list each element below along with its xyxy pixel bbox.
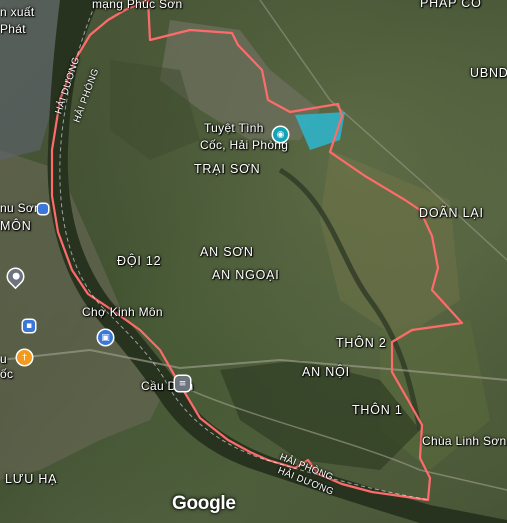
google-logo: Google bbox=[172, 493, 236, 514]
label-phat: Phát bbox=[0, 22, 26, 36]
label-thon-2: THÔN 2 bbox=[336, 336, 387, 350]
bus-stop-icon[interactable]: ▪ bbox=[23, 320, 35, 332]
label-luu-ha: LƯU HẠ bbox=[5, 472, 58, 486]
label-mu-son: nu Sơn bbox=[0, 201, 42, 215]
label-ubnd: UBND bbox=[470, 66, 507, 80]
label-phap-co: PHÁP CỔ bbox=[420, 0, 482, 10]
shopping-bag-icon[interactable]: ▣ bbox=[98, 330, 113, 345]
label-doi-12: ĐỘI 12 bbox=[117, 254, 162, 268]
label-doan-lai: DOÃN LẠI bbox=[419, 206, 484, 220]
camera-icon[interactable]: ◉ bbox=[273, 127, 288, 142]
label-an-son: AN SƠN bbox=[200, 245, 254, 259]
label-phuc-son: mạng Phúc Sơn bbox=[92, 0, 183, 11]
label-mon: MÔN bbox=[0, 219, 32, 233]
label-an-ngoai: AN NGOẠI bbox=[212, 268, 280, 282]
label-cho-kinh-mon: Chợ Kinh Môn bbox=[82, 305, 163, 319]
label-chua-linh-son: Chùa Linh Sơn bbox=[422, 434, 507, 448]
label-tuyet-tinh-coc-1: Tuyệt Tình bbox=[204, 121, 264, 135]
restaurant-icon[interactable]: † bbox=[17, 350, 32, 365]
label-oc: ốc bbox=[0, 367, 14, 381]
label-thon-1: THÔN 1 bbox=[352, 403, 403, 417]
label-xuat: n xuất bbox=[0, 5, 35, 19]
building-icon[interactable] bbox=[38, 204, 48, 214]
label-an-noi: AN NỘI bbox=[302, 365, 350, 379]
label-u: u bbox=[0, 352, 7, 366]
satellite-map[interactable]: n xuất Phát mạng Phúc Sơn PHÁP CỔ UBND T… bbox=[0, 0, 507, 523]
label-trai-son: TRẠI SƠN bbox=[194, 162, 261, 176]
bridge-icon[interactable]: ≡ bbox=[175, 376, 190, 391]
